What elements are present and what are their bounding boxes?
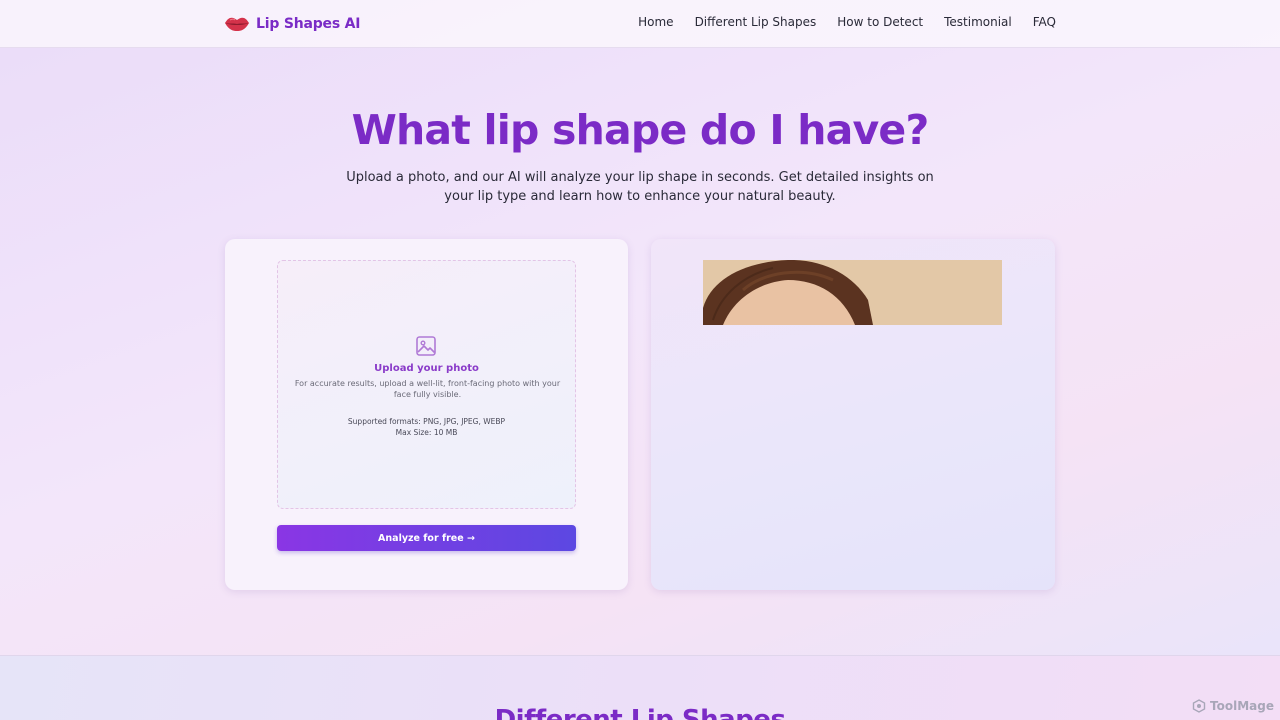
nav-home[interactable]: Home — [638, 15, 673, 29]
max-size: Max Size: 10 MB — [395, 428, 458, 437]
upload-card: Upload your photo For accurate results, … — [225, 239, 628, 590]
preview-card — [651, 239, 1055, 590]
logo-text: Lip Shapes AI — [256, 16, 361, 32]
lips-icon — [225, 17, 249, 31]
hero-subtitle: Upload a photo, and our AI will analyze … — [346, 170, 934, 204]
toolmage-logo-icon — [1192, 699, 1206, 713]
main-nav: Home Different Lip Shapes How to Detect … — [638, 15, 1056, 29]
nav-testimonial[interactable]: Testimonial — [944, 15, 1012, 29]
supported-formats: Supported formats: PNG, JPG, JPEG, WEBP — [347, 417, 506, 426]
nav-different-lip-shapes[interactable]: Different Lip Shapes — [695, 15, 817, 29]
upload-dropzone[interactable]: Upload your photo For accurate results, … — [277, 260, 576, 509]
upload-requirements: Supported formats: PNG, JPG, JPEG, WEBP … — [278, 416, 575, 438]
sample-photo-image — [703, 260, 1002, 325]
page-title: What lip shape do I have? — [351, 106, 930, 154]
image-icon — [416, 336, 436, 356]
sample-photo — [703, 260, 1002, 325]
section-title-different-lip-shapes: Different Lip Shapes — [494, 705, 786, 720]
upload-title: Upload your photo — [374, 363, 479, 374]
nav-how-to-detect[interactable]: How to Detect — [837, 15, 923, 29]
upload-description: For accurate results, upload a well-lit,… — [294, 379, 561, 399]
watermark-text: ToolMage — [1210, 699, 1274, 713]
analyze-button[interactable]: Analyze for free → — [277, 525, 576, 551]
watermark: ToolMage — [1192, 699, 1274, 713]
site-header: Lip Shapes AI Home Different Lip Shapes … — [0, 0, 1280, 48]
logo[interactable]: Lip Shapes AI — [224, 12, 360, 36]
nav-faq[interactable]: FAQ — [1033, 15, 1056, 29]
